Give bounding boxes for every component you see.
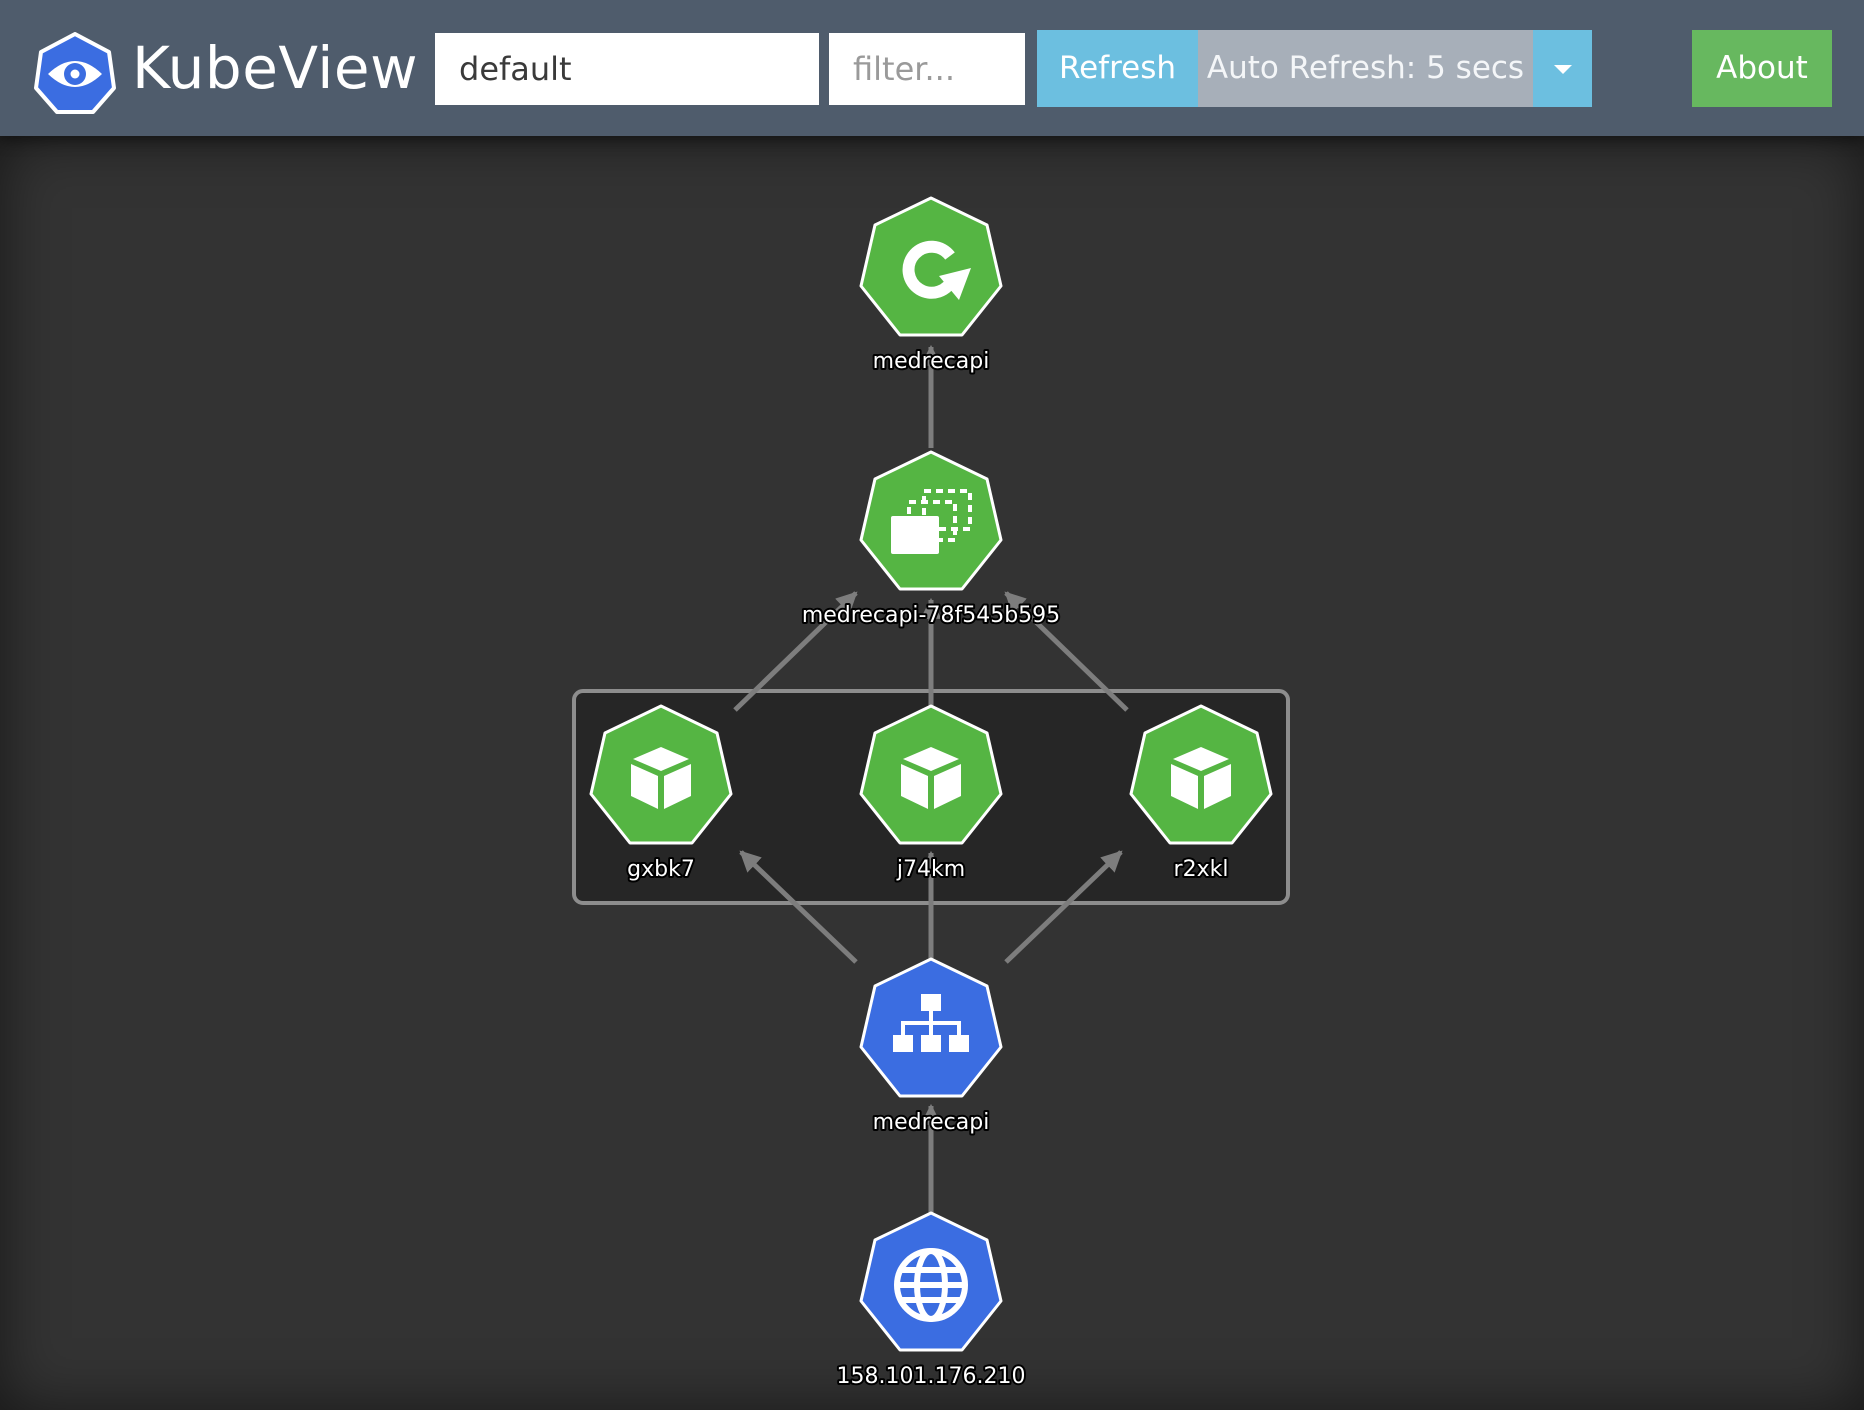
node-replicaset-label: medrecapi-78f545b595	[802, 603, 1060, 628]
resource-graph[interactable]: medrecapi medrecapi-78f545b595 gxbk7 j74…	[0, 136, 1864, 1410]
namespace-input[interactable]	[435, 33, 819, 105]
node-external-ip[interactable]: 158.101.176.210	[835, 1211, 1027, 1391]
caret-down-icon	[1554, 65, 1572, 74]
node-deployment-label: medrecapi	[873, 349, 990, 374]
brand-name[interactable]: KubeView	[132, 30, 418, 106]
auto-refresh-dropdown-toggle[interactable]	[1533, 30, 1592, 107]
node-pod-label: r2xkl	[1174, 857, 1229, 882]
node-ip-label: 158.101.176.210	[837, 1364, 1026, 1389]
auto-refresh-button[interactable]: Auto Refresh: 5 secs	[1198, 30, 1533, 107]
node-pod-label: j74km	[896, 857, 965, 882]
node-pod-label: gxbk7	[627, 857, 695, 882]
graph-canvas[interactable]: medrecapi medrecapi-78f545b595 gxbk7 j74…	[0, 136, 1864, 1410]
filter-input[interactable]	[829, 33, 1025, 105]
node-service-label: medrecapi	[873, 1110, 990, 1135]
kubeview-logo-icon	[34, 32, 116, 114]
node-deployment-shape	[859, 196, 1003, 337]
refresh-button[interactable]: Refresh	[1037, 30, 1198, 107]
node-ip-shape	[859, 1211, 1003, 1352]
about-button[interactable]: About	[1692, 30, 1832, 107]
top-navbar: KubeView Refresh Auto Refresh: 5 secs Ab…	[0, 0, 1864, 136]
